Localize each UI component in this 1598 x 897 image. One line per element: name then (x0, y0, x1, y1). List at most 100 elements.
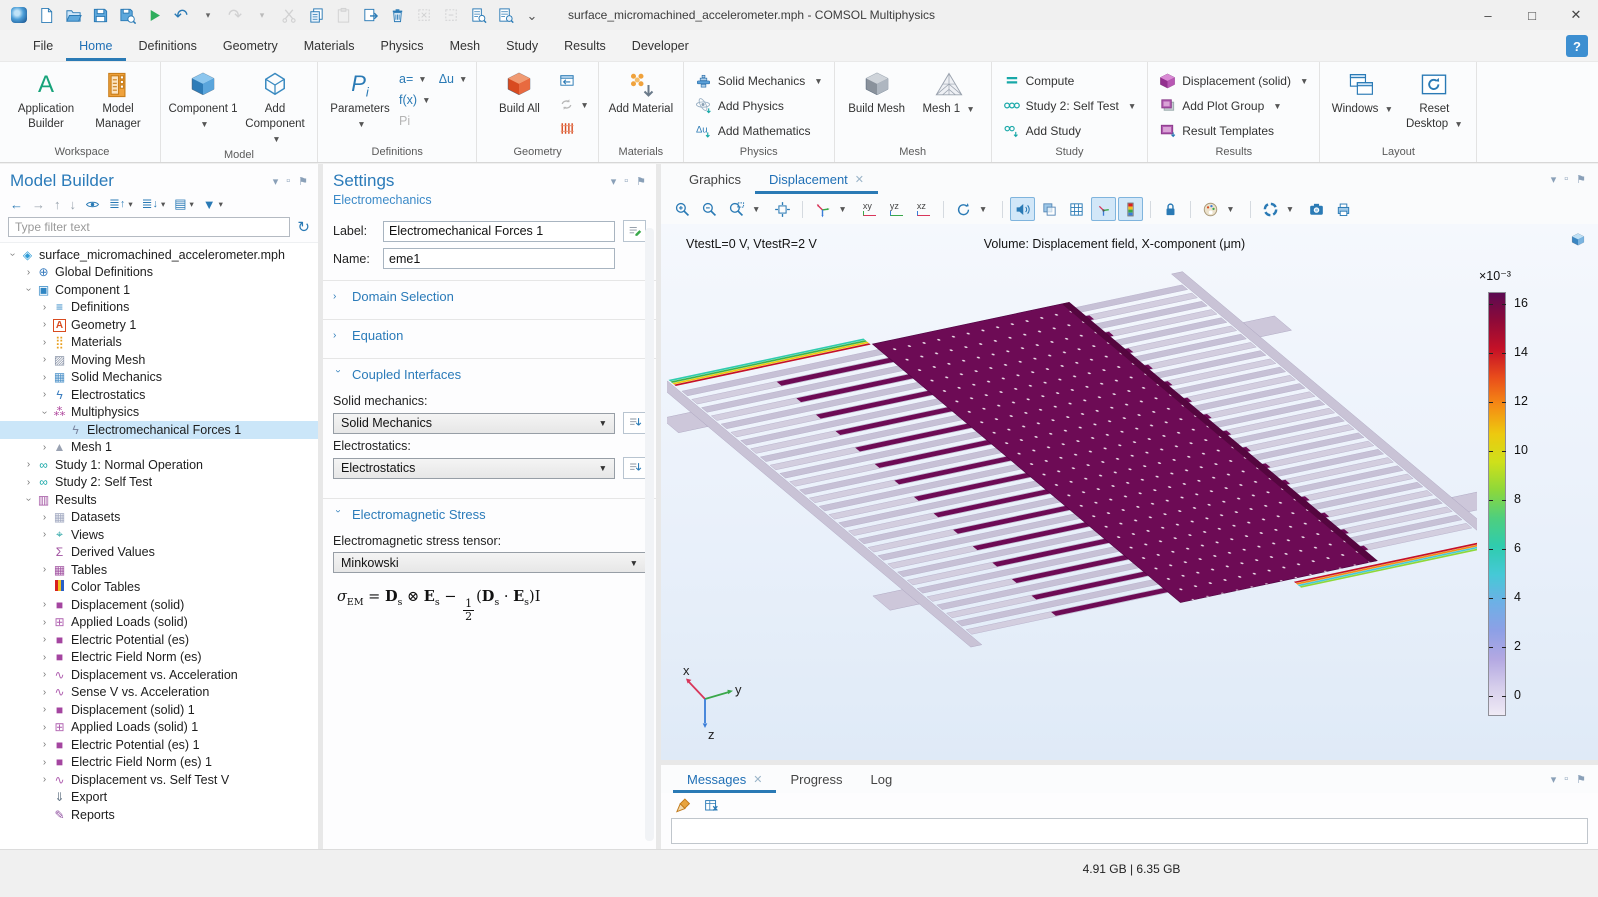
name-input[interactable] (383, 248, 615, 269)
ribbon-button-add-physics[interactable]: Add Physics (695, 97, 823, 114)
tree-expander-icon[interactable]: › (38, 302, 51, 313)
filter-funnel-icon[interactable]: ▼▾ (203, 197, 223, 212)
print-icon[interactable] (1331, 197, 1356, 221)
tree-expander-icon[interactable]: › (38, 704, 51, 715)
menu-item-mesh[interactable]: Mesh (437, 30, 494, 61)
tree-node-results[interactable]: ›▥Results (0, 491, 318, 509)
tree-node-definitions[interactable]: ›≡Definitions (0, 299, 318, 317)
tree-node-component-1[interactable]: ›▣Component 1 (0, 281, 318, 299)
ribbon-button-add-component[interactable]: Add Component ▼ (240, 65, 310, 147)
new-file-icon[interactable] (35, 4, 57, 26)
dropdown-chevron-icon[interactable]: ▼ (752, 204, 760, 214)
tree-node-surface-micromachined-accelerometer-mph[interactable]: ›◈surface_micromachined_accelerometer.mp… (0, 246, 318, 264)
ribbon-small-u[interactable]: Δu▼ (439, 72, 468, 86)
select-box-icon[interactable] (413, 4, 435, 26)
move-up-icon[interactable]: ↑ (54, 197, 61, 212)
save-as-icon[interactable] (116, 4, 138, 26)
tree-expander-icon[interactable]: › (38, 372, 51, 383)
zoom-box-icon[interactable] (724, 197, 749, 221)
tree-node-tables[interactable]: ›▦Tables (0, 561, 318, 579)
tree-node-study-1-normal-operation[interactable]: ›∞Study 1: Normal Operation (0, 456, 318, 474)
scene-axes-icon[interactable] (1091, 197, 1116, 221)
duplicate-icon[interactable] (359, 4, 381, 26)
tree-expander-icon[interactable]: › (23, 493, 34, 506)
tree-expander-icon[interactable]: › (38, 354, 51, 365)
view-xy-icon[interactable]: xy (857, 197, 882, 221)
zoom-out-icon[interactable] (697, 197, 722, 221)
snapshot-icon[interactable] (1304, 197, 1329, 221)
tree-node-global-definitions[interactable]: ›⊕Global Definitions (0, 264, 318, 282)
ribbon-button-model-manager[interactable]: Model Manager (83, 65, 153, 132)
close-button[interactable]: ✕ (1554, 0, 1598, 30)
ribbon-small-f-x[interactable]: f(x)▼ (399, 93, 430, 107)
ribbon-button-study-2-self-test[interactable]: Study 2: Self Test▼ (1003, 97, 1137, 114)
tab-graphics[interactable]: Graphics (675, 164, 755, 194)
panel-float-icon[interactable]: ▫ (624, 175, 628, 187)
ribbon-button-parameters[interactable]: PiParameters ▼ (325, 65, 395, 132)
tree-node-materials[interactable]: ›⣿Materials (0, 334, 318, 352)
panel-menu-chevron-icon[interactable]: ▾ (611, 175, 617, 188)
tree-node-derived-values[interactable]: ΣDerived Values (0, 544, 318, 562)
cut-icon[interactable] (278, 4, 300, 26)
comsol-logo-icon[interactable] (8, 4, 30, 26)
plot-area[interactable]: VtestL=0 V, VtestR=2 V Volume: Displacem… (661, 224, 1598, 760)
tree-node-color-tables[interactable]: Color Tables (0, 579, 318, 597)
tree-expander-icon[interactable]: › (22, 267, 35, 278)
panel-float-icon[interactable]: ▫ (1564, 173, 1568, 185)
view-grid-icon[interactable] (1064, 197, 1089, 221)
zoom-in-icon[interactable] (670, 197, 695, 221)
tree-node-mesh-1[interactable]: ›▲Mesh 1 (0, 439, 318, 457)
panel-pin-icon[interactable]: ⚑ (298, 175, 308, 188)
settings-scrollbar[interactable] (645, 228, 654, 841)
tree-expander-icon[interactable]: › (38, 617, 51, 628)
redo-icon[interactable]: ↷ (224, 4, 246, 26)
report-find-icon[interactable] (494, 4, 516, 26)
transparency-icon[interactable] (1037, 197, 1062, 221)
view-xz-icon[interactable]: xz (911, 197, 936, 221)
tree-expander-icon[interactable]: › (38, 687, 51, 698)
panel-float-icon[interactable]: ▫ (286, 175, 290, 187)
ribbon-button-build-mesh[interactable]: Build Mesh (842, 65, 912, 117)
ribbon-button-add-material[interactable]: Add Material (606, 65, 676, 117)
toolbar-overflow-icon[interactable]: ⌄ (521, 4, 543, 26)
tree-node-reports[interactable]: ✎Reports (0, 806, 318, 824)
zoom-extents-icon[interactable] (770, 197, 795, 221)
minimize-button[interactable]: – (1466, 0, 1510, 30)
accelerometer-3d-model[interactable] (667, 248, 1477, 751)
tree-expander-icon[interactable]: › (38, 442, 51, 453)
refresh-icon[interactable]: ↻ (297, 218, 310, 236)
ribbon-button-mesh-1[interactable]: Mesh 1 ▼ (914, 65, 984, 117)
menu-item-developer[interactable]: Developer (619, 30, 702, 61)
scene-light-icon[interactable] (1258, 197, 1283, 221)
delete-icon[interactable] (386, 4, 408, 26)
ribbon-small-a[interactable]: a=▼ (399, 72, 427, 86)
menu-item-home[interactable]: Home (66, 30, 125, 61)
tab-progress[interactable]: Progress (776, 765, 856, 793)
lock-icon[interactable] (1158, 197, 1183, 221)
deselect-box-icon[interactable] (440, 4, 462, 26)
go-to-source-button[interactable] (623, 412, 646, 434)
menu-item-materials[interactable]: Materials (291, 30, 368, 61)
tree-expander-icon[interactable]: › (38, 757, 51, 768)
ribbon-small-sync-geometry[interactable]: ▼ (558, 96, 588, 113)
ribbon-button-displacement-solid[interactable]: Displacement (solid)▼ (1159, 72, 1308, 89)
tree-node-electric-field-norm-es-1[interactable]: ›■Electric Field Norm (es) 1 (0, 754, 318, 772)
tree-node-geometry-1[interactable]: ›AGeometry 1 (0, 316, 318, 334)
ribbon-small-import-geometry[interactable] (558, 72, 575, 89)
go-to-source-button[interactable] (623, 457, 646, 479)
tree-node-export[interactable]: ⇓Export (0, 789, 318, 807)
tree-node-electric-potential-es[interactable]: ›■Electric Potential (es) (0, 631, 318, 649)
section-equation[interactable]: › Equation (323, 319, 656, 350)
panel-menu-chevron-icon[interactable]: ▾ (273, 175, 279, 188)
tree-node-applied-loads-solid-1[interactable]: ›⊞Applied Loads (solid) 1 (0, 719, 318, 737)
ribbon-button-add-plot-group[interactable]: Add Plot Group▼ (1159, 97, 1308, 114)
tree-node-study-2-self-test[interactable]: ›∞Study 2: Self Test (0, 474, 318, 492)
color-legend-icon[interactable] (1118, 197, 1143, 221)
view-yz-icon[interactable]: yz (884, 197, 909, 221)
tree-expander-icon[interactable]: › (22, 477, 35, 488)
ribbon-small-pi[interactable]: Pi (399, 114, 410, 128)
panel-menu-chevron-icon[interactable]: ▾ (1551, 173, 1557, 186)
scene-cube-icon[interactable] (1570, 232, 1586, 248)
menu-item-geometry[interactable]: Geometry (210, 30, 291, 61)
tree-expander-icon[interactable]: › (38, 529, 51, 540)
